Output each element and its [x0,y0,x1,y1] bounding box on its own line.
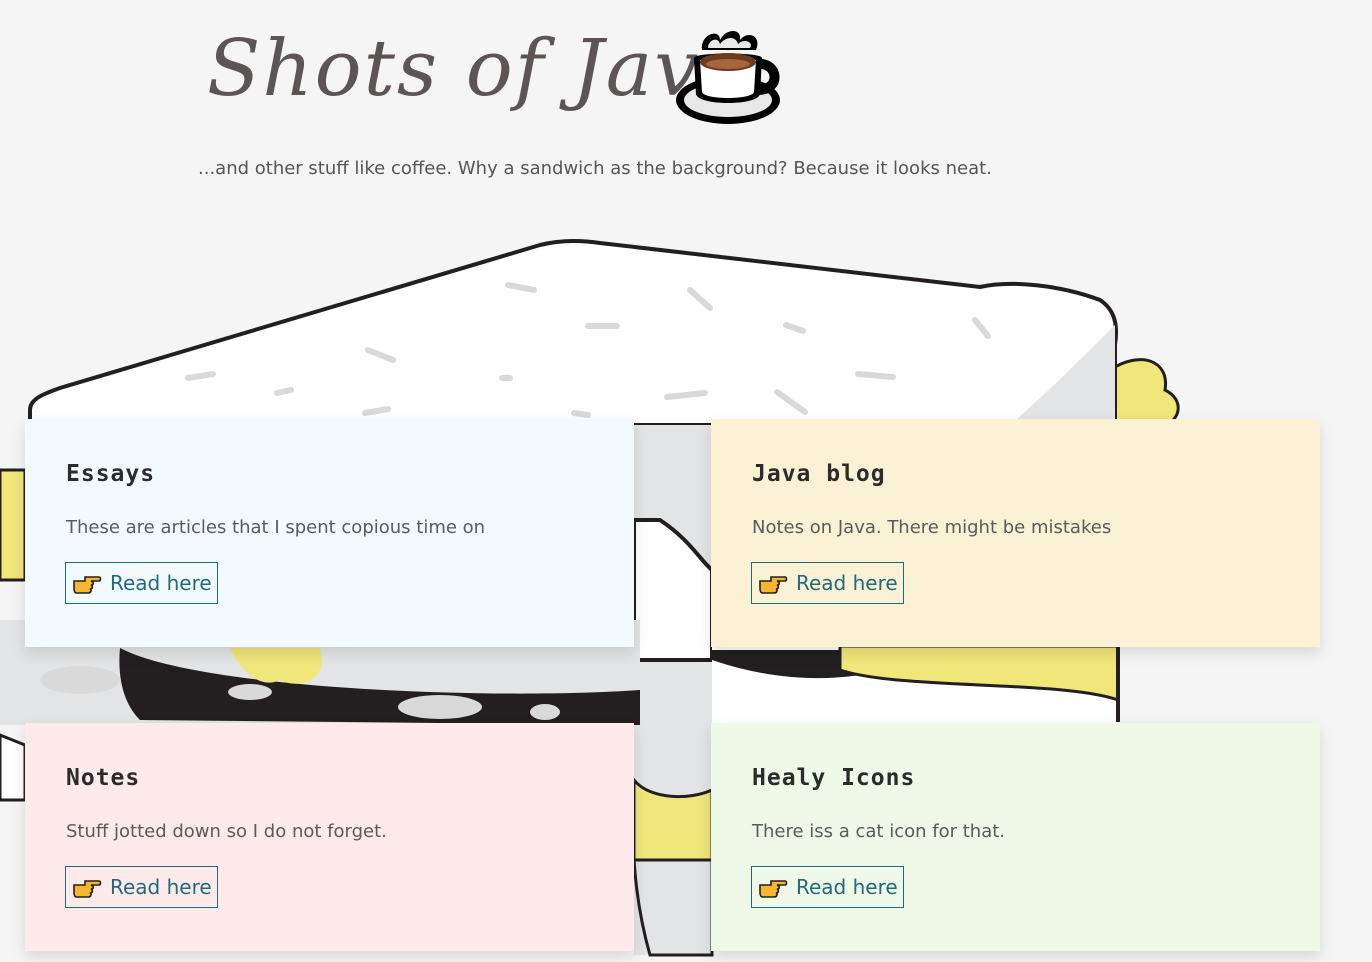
card-title: Notes [66,765,141,791]
read-here-link[interactable]: Read here [751,562,904,604]
read-here-label: Read here [796,571,898,595]
read-here-link[interactable]: Read here [751,866,904,908]
card-essays: Essays These are articles that I spent c… [25,419,634,647]
card-title: Essays [66,461,156,487]
card-java-blog: Java blog Notes on Java. There might be … [711,419,1320,647]
card-healy-icons: Healy Icons There iss a cat icon for tha… [711,723,1320,951]
card-description: There iss a cat icon for that. [752,821,1006,842]
pointing-hand-icon [758,571,788,595]
read-here-link[interactable]: Read here [65,866,218,908]
card-notes: Notes Stuff jotted down so I do not forg… [25,723,634,951]
page: Shots of Java ...and other stuff like co… [0,0,1372,962]
read-here-label: Read here [796,875,898,899]
pointing-hand-icon [758,875,788,899]
card-title: Healy Icons [752,765,916,791]
card-title: Java blog [752,461,886,487]
pointing-hand-icon [72,571,102,595]
site-tagline: ...and other stuff like coffee. Why a sa… [198,158,992,179]
read-here-link[interactable]: Read here [65,562,218,604]
site-title: Shots of Java [207,24,749,114]
pointing-hand-icon [72,875,102,899]
card-description: Stuff jotted down so I do not forget. [66,821,387,842]
coffee-cup-icon [670,22,785,134]
read-here-label: Read here [110,571,212,595]
card-description: Notes on Java. There might be mistakes [752,517,1112,538]
card-description: These are articles that I spent copious … [66,517,486,538]
read-here-label: Read here [110,875,212,899]
